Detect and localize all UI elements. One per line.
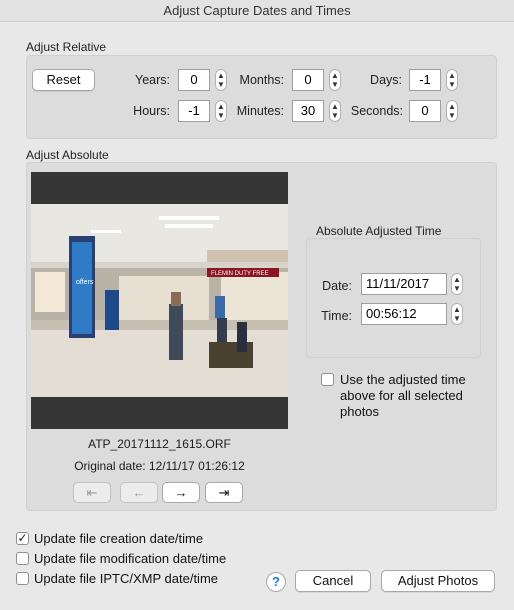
photo-preview: offers FLEMIN DUTY FREE [31, 172, 288, 429]
stepper-up-icon[interactable]: ▲ [330, 71, 340, 80]
stepper-down-icon[interactable]: ▼ [447, 80, 457, 89]
stepper-up-icon[interactable]: ▲ [330, 102, 340, 111]
stepper-down-icon[interactable]: ▼ [216, 80, 226, 89]
hours-field[interactable]: -1 [178, 100, 210, 122]
stepper-up-icon[interactable]: ▲ [452, 305, 462, 314]
stepper-down-icon[interactable]: ▼ [330, 111, 340, 120]
photo-image: offers FLEMIN DUTY FREE [31, 204, 288, 429]
hours-label: Hours: [133, 104, 170, 118]
update-creation-label: Update file creation date/time [34, 531, 204, 546]
months-field[interactable]: 0 [292, 69, 324, 91]
adjust-photos-button[interactable]: Adjust Photos [381, 570, 495, 592]
time-label: Time: [321, 309, 352, 323]
use-for-all-label-line-3: photos [340, 404, 380, 419]
cancel-button[interactable]: Cancel [295, 570, 371, 592]
adjust-relative-group [26, 55, 497, 139]
minutes-stepper[interactable]: ▲ ▼ [329, 100, 341, 122]
minutes-label: Minutes: [236, 104, 284, 118]
days-field[interactable]: -1 [409, 69, 441, 91]
date-label: Date: [322, 279, 352, 293]
photo-pillar-text: offers [76, 279, 94, 286]
next-photo-button[interactable]: → [162, 482, 200, 503]
window-title: Adjust Capture Dates and Times [0, 0, 514, 22]
absolute-adjusted-time-group [306, 238, 481, 358]
use-for-all-label-line-1: Use the adjusted time [340, 372, 466, 387]
seconds-label: Seconds: [350, 104, 403, 118]
time-stepper[interactable]: ▲ ▼ [451, 303, 463, 325]
adjust-relative-label: Adjust Relative [26, 40, 107, 54]
help-button[interactable]: ? [266, 572, 286, 592]
stepper-down-icon[interactable]: ▼ [452, 284, 462, 293]
update-iptc-checkbox[interactable] [16, 572, 29, 585]
stepper-down-icon[interactable]: ▼ [330, 80, 340, 89]
reset-button[interactable]: Reset [32, 69, 95, 91]
checkmark-icon: ✓ [17, 531, 28, 545]
use-for-all-checkbox[interactable] [321, 373, 334, 386]
update-iptc-label: Update file IPTC/XMP date/time [34, 571, 219, 586]
years-stepper[interactable]: ▲ ▼ [215, 69, 227, 91]
update-modification-label: Update file modification date/time [34, 551, 227, 566]
update-modification-checkbox[interactable] [16, 552, 29, 565]
use-for-all-label-line-2: above for all selected [340, 388, 463, 403]
hours-stepper[interactable]: ▲ ▼ [215, 100, 227, 122]
date-stepper[interactable]: ▲ ▼ [451, 273, 463, 295]
first-photo-button[interactable]: ⇤ [73, 482, 111, 503]
days-label: Days: [370, 73, 402, 87]
minutes-field[interactable]: 30 [292, 100, 324, 122]
months-stepper[interactable]: ▲ ▼ [329, 69, 341, 91]
years-field[interactable]: 0 [178, 69, 210, 91]
months-label: Months: [239, 73, 284, 87]
last-photo-button[interactable]: ⇥ [205, 482, 243, 503]
photo-sign-text: FLEMIN DUTY FREE [211, 271, 269, 277]
days-stepper[interactable]: ▲ ▼ [446, 69, 458, 91]
date-field[interactable]: 11/11/2017 [361, 273, 447, 295]
stepper-up-icon[interactable]: ▲ [447, 102, 457, 111]
stepper-down-icon[interactable]: ▼ [216, 111, 226, 120]
original-date: Original date: 12/11/17 01:26:12 [74, 459, 245, 473]
stepper-up-icon[interactable]: ▲ [447, 71, 457, 80]
stepper-up-icon[interactable]: ▲ [452, 275, 462, 284]
seconds-field[interactable]: 0 [409, 100, 441, 122]
photo-filename: ATP_20171112_1615.ORF [88, 437, 231, 451]
previous-photo-button[interactable]: ← [120, 482, 158, 503]
stepper-up-icon[interactable]: ▲ [216, 71, 226, 80]
years-label: Years: [135, 73, 170, 87]
absolute-adjusted-time-label: Absolute Adjusted Time [316, 224, 442, 238]
update-creation-checkbox[interactable]: ✓ [16, 532, 29, 545]
time-field[interactable]: 00:56:12 [361, 303, 447, 325]
stepper-down-icon[interactable]: ▼ [447, 111, 457, 120]
use-for-all-label: Use the adjusted time above for all sele… [340, 372, 466, 420]
stepper-up-icon[interactable]: ▲ [216, 102, 226, 111]
adjust-absolute-label: Adjust Absolute [26, 148, 109, 162]
stepper-down-icon[interactable]: ▼ [452, 314, 462, 323]
seconds-stepper[interactable]: ▲ ▼ [446, 100, 458, 122]
